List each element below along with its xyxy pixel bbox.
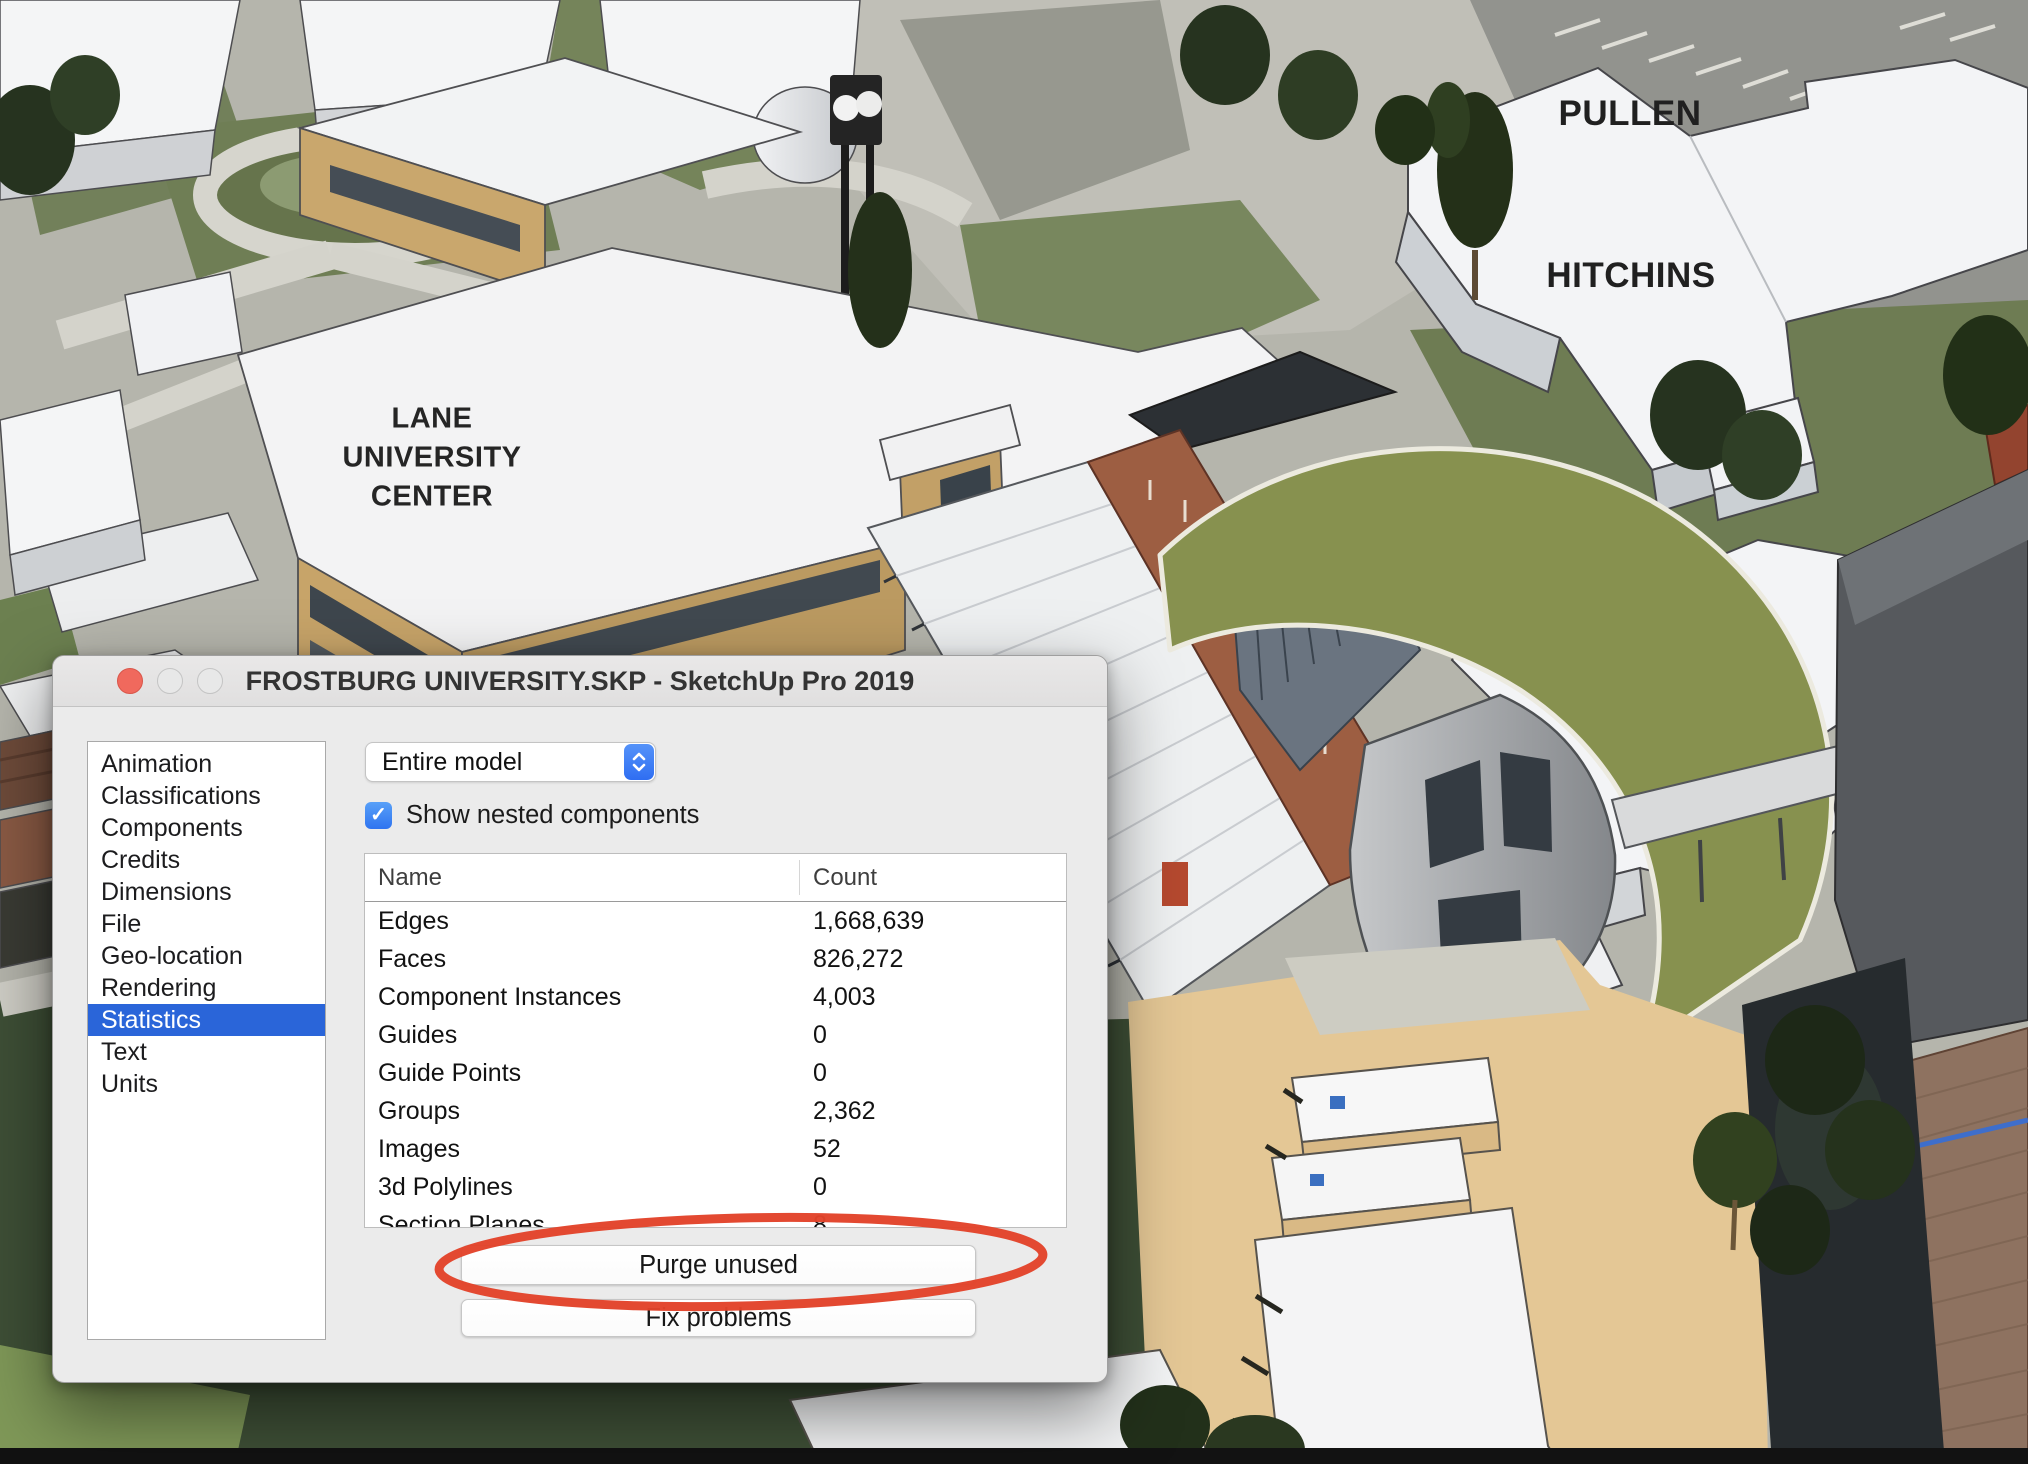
sketchup-application-window: PULLEN HITCHINS LANE UNIVERSITY CENTER F… [0,0,2028,1464]
lane-label-line-2: UNIVERSITY [342,439,521,478]
row-name: Component Instances [378,978,621,1016]
sidebar-item-geo-location[interactable]: Geo-location [88,940,325,972]
row-count: 0 [813,1054,827,1092]
sidebar-item-units[interactable]: Units [88,1068,325,1100]
sidebar-item-dimensions[interactable]: Dimensions [88,876,325,908]
scope-dropdown[interactable]: Entire model [365,742,656,782]
nested-components-checkbox[interactable]: ✓ [365,802,392,829]
row-name: 3d Polylines [378,1168,513,1206]
sidebar-item-text[interactable]: Text [88,1036,325,1068]
statistics-table-header: Name Count [365,854,1066,902]
checkmark-icon: ✓ [370,804,387,826]
model-info-category-list[interactable]: Animation Classifications Components Cre… [87,741,326,1340]
dialog-titlebar[interactable]: FROSTBURG UNIVERSITY.SKP - SketchUp Pro … [53,656,1107,707]
table-row: Images 52 [365,1130,1066,1168]
row-name: Edges [378,902,449,940]
row-name: Groups [378,1092,460,1130]
sidebar-item-rendering[interactable]: Rendering [88,972,325,1004]
row-name: Faces [378,940,446,978]
viewport-bottom-edge [0,1448,2028,1464]
dialog-title: FROSTBURG UNIVERSITY.SKP - SketchUp Pro … [53,656,1107,706]
row-count: 826,272 [813,940,903,978]
table-row: Guides 0 [365,1016,1066,1054]
table-row: Groups 2,362 [365,1092,1066,1130]
table-row: 3d Polylines 0 [365,1168,1066,1206]
row-count: 2,362 [813,1092,876,1130]
sidebar-item-components[interactable]: Components [88,812,325,844]
building-label-hitchins: HITCHINS [1546,256,1715,296]
table-row-clipped: Section Planes 8 [365,1206,1066,1228]
statistics-table: Name Count Edges 1,668,639 Faces 826,272… [364,853,1067,1228]
chevron-up-down-icon [624,744,654,780]
statistics-table-rows[interactable]: Edges 1,668,639 Faces 826,272 Component … [365,902,1066,1228]
lane-label-line-1: LANE [342,400,521,439]
row-name: Guide Points [378,1054,521,1092]
sidebar-item-credits[interactable]: Credits [88,844,325,876]
sidebar-item-classifications[interactable]: Classifications [88,780,325,812]
row-count: 4,003 [813,978,876,1016]
table-row: Faces 826,272 [365,940,1066,978]
nested-components-label: Show nested components [406,801,699,830]
purge-unused-button[interactable]: Purge unused [461,1245,976,1285]
column-header-name: Name [378,854,442,901]
building-label-lane: LANE UNIVERSITY CENTER [342,400,521,517]
column-divider [799,860,800,895]
row-count: 0 [813,1168,827,1206]
sidebar-item-file[interactable]: File [88,908,325,940]
lane-label-line-3: CENTER [342,477,521,516]
row-count: 0 [813,1016,827,1054]
row-count: 52 [813,1130,841,1168]
table-row: Guide Points 0 [365,1054,1066,1092]
row-count: 1,668,639 [813,902,924,940]
fix-problems-button[interactable]: Fix problems [461,1299,976,1337]
sidebar-item-animation[interactable]: Animation [88,748,325,780]
sidebar-item-statistics[interactable]: Statistics [88,1004,325,1036]
row-name: Section Planes [378,1206,545,1228]
building-label-pullen: PULLEN [1559,94,1702,134]
model-info-dialog: FROSTBURG UNIVERSITY.SKP - SketchUp Pro … [52,655,1108,1383]
table-row: Component Instances 4,003 [365,978,1066,1016]
row-name: Images [378,1130,460,1168]
table-row: Edges 1,668,639 [365,902,1066,940]
row-count: 8 [813,1206,827,1228]
column-header-count: Count [813,854,877,901]
scope-dropdown-value: Entire model [382,743,522,781]
row-name: Guides [378,1016,457,1054]
